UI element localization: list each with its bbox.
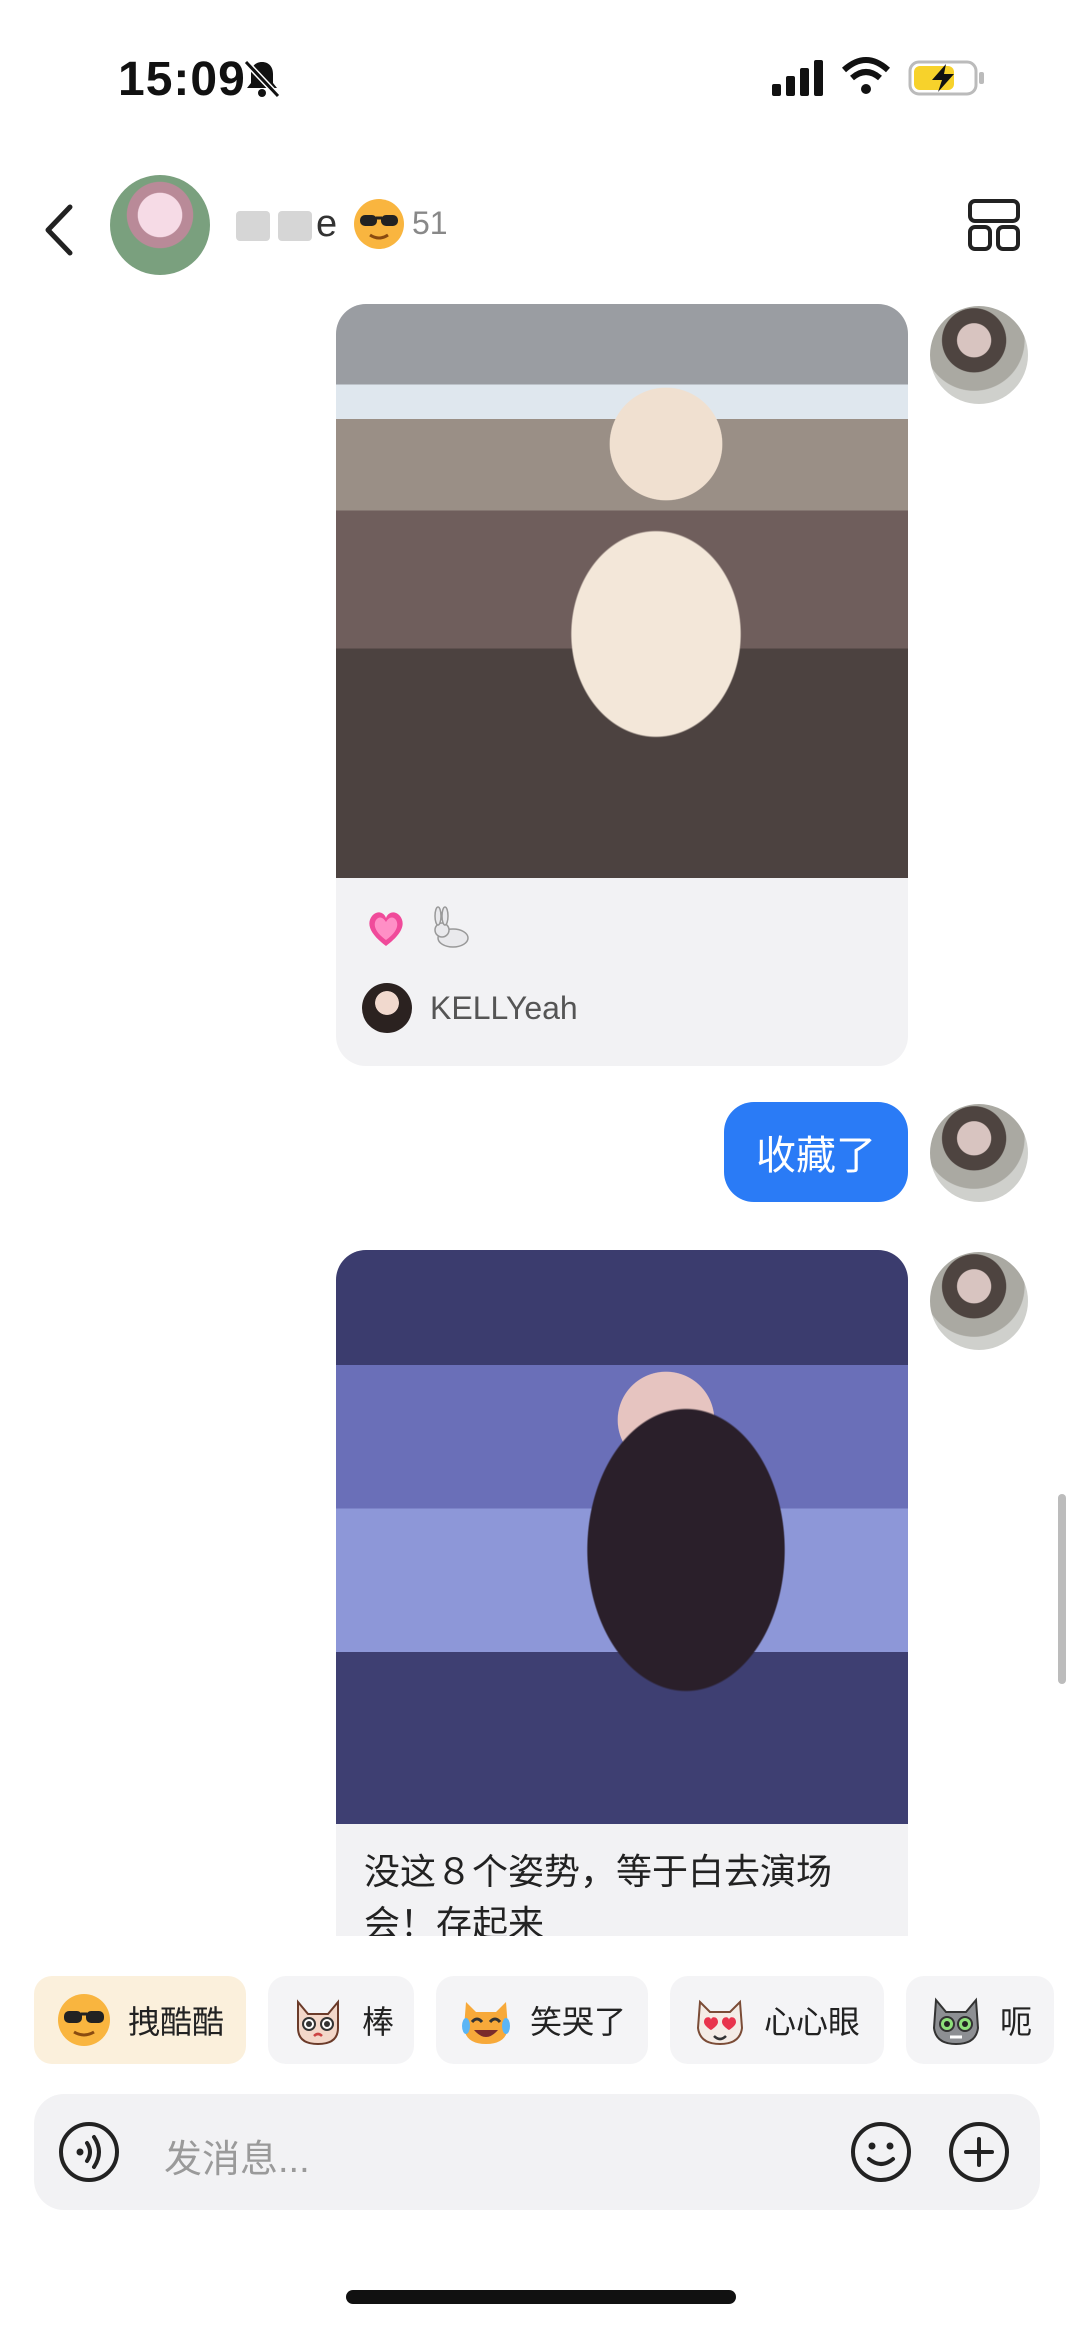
redacted-name-block (278, 210, 312, 241)
laughing-cat-icon (462, 2002, 510, 2044)
my-avatar[interactable] (930, 306, 1028, 404)
quick-reply-chip[interactable]: 笑哭了 (436, 1976, 648, 2064)
contact-name-suffix: e (316, 203, 338, 245)
message-bubble[interactable]: 收藏了 (724, 1102, 908, 1202)
chat-header: e 51 (0, 175, 1080, 285)
post-author[interactable]: KELLYeah (336, 964, 908, 1066)
author-name[interactable]: KELLYeah (430, 990, 578, 1027)
quick-reply-label: 拽酷酷 (128, 2004, 225, 2040)
scrollbar[interactable] (1058, 1494, 1066, 1684)
grey-cat-icon (932, 1997, 980, 2046)
battery-charging-icon (908, 60, 984, 96)
quick-reply-chip[interactable]: 拽酷酷 (34, 1976, 246, 2064)
shared-post-card[interactable]: KELLYeah (336, 304, 908, 1066)
intimacy-count: 51 (412, 205, 448, 241)
quick-reply-label: 心心眼 (764, 2004, 861, 2040)
status-bar: 15:09 (0, 0, 1080, 150)
rabbit-icon (434, 906, 469, 949)
post-title: 没这８个姿势，等于白去演场会！存起来 (364, 1851, 833, 1936)
quick-reply-label: 呃 (1000, 2004, 1033, 2040)
quick-reply-chip[interactable]: 棒 (268, 1976, 414, 2064)
status-time: 15:09 (118, 53, 246, 106)
my-avatar[interactable] (930, 1252, 1028, 1350)
post-caption (336, 878, 908, 964)
sunglasses-face-icon (58, 1994, 110, 2046)
plus-icon[interactable] (948, 2121, 1010, 2183)
cellular-signal-icon (772, 60, 823, 96)
message-input[interactable]: 发消息... (164, 2128, 310, 2183)
voice-input-icon[interactable] (58, 2121, 120, 2183)
chat-settings-grid-icon[interactable] (966, 197, 1022, 253)
emoji-picker-icon[interactable] (850, 2121, 912, 2183)
heart-eyes-cat-icon (696, 1999, 744, 2046)
wifi-icon (841, 57, 891, 94)
sunglasses-face-icon (354, 199, 404, 249)
heart-icon (369, 912, 403, 947)
back-arrow-icon[interactable] (36, 195, 86, 265)
post-photo[interactable] (336, 304, 908, 878)
cat-face-icon (297, 1999, 339, 2046)
quick-reply-chip[interactable]: 呃 (906, 1976, 1054, 2064)
post-photo[interactable] (336, 1250, 908, 1824)
my-avatar[interactable] (930, 1104, 1028, 1202)
redacted-name-block (236, 210, 270, 241)
contact-avatar[interactable] (110, 175, 210, 275)
quick-reply-row: 拽酷酷 棒 笑哭了 心心眼 呃 (0, 1976, 1080, 2066)
author-avatar[interactable] (362, 983, 412, 1033)
contact-name[interactable]: e (232, 203, 337, 246)
home-indicator[interactable] (346, 2290, 736, 2304)
bell-muted-icon (243, 59, 281, 99)
message-input-bar: 发消息... (34, 2094, 1040, 2210)
quick-reply-chip[interactable]: 心心眼 (670, 1976, 884, 2064)
quick-reply-label: 笑哭了 (530, 2004, 627, 2040)
shared-post-card[interactable]: 没这８个姿势，等于白去演场会！存起来 (336, 1250, 908, 1936)
quick-reply-label: 棒 (362, 2004, 395, 2040)
